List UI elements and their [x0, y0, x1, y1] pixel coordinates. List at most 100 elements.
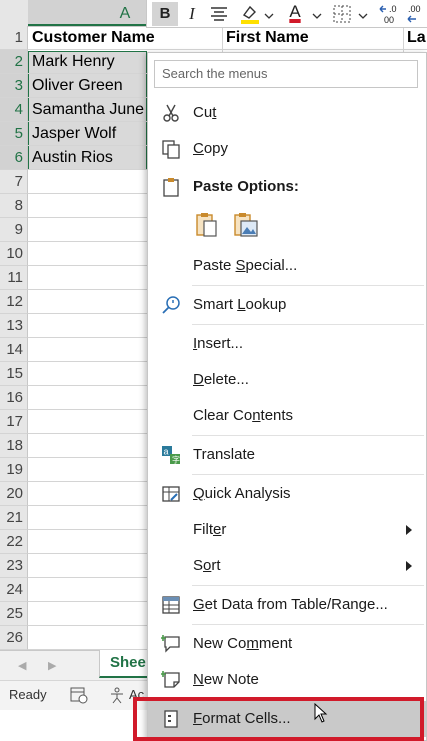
row-header[interactable]: 26 — [0, 626, 28, 650]
select-all-corner[interactable] — [0, 0, 29, 26]
menu-item-smart-lookup[interactable]: Smart Lookup — [148, 287, 426, 323]
menu-separator — [192, 585, 424, 586]
new-note-icon — [160, 670, 181, 690]
table-icon — [161, 595, 181, 615]
font-color-button[interactable]: A — [284, 0, 306, 24]
menu-label: Get Data from Table/Range... — [193, 596, 388, 613]
cell-a5[interactable]: Jasper Wolf — [28, 122, 150, 146]
menu-item-quick-analysis[interactable]: Quick Analysis — [148, 476, 426, 512]
row-header[interactable]: 6 — [0, 146, 28, 170]
menu-separator — [192, 474, 424, 475]
menu-separator — [192, 624, 424, 625]
chevron-down-icon[interactable] — [264, 8, 274, 19]
scroll-right-icon[interactable]: ▶ — [48, 659, 56, 672]
menu-label: Quick Analysis — [193, 485, 291, 502]
row-header[interactable]: 4 — [0, 98, 28, 122]
menu-separator — [192, 435, 424, 436]
chevron-down-icon[interactable] — [312, 8, 322, 19]
row-header[interactable]: 7 — [0, 170, 28, 194]
row-header[interactable]: 14 — [0, 338, 28, 362]
menu-item-sort[interactable]: Sort — [148, 548, 426, 584]
menu-item-delete[interactable]: Delete... — [148, 362, 426, 398]
decrease-decimal-icon[interactable]: .0 00 — [378, 2, 402, 26]
row-header[interactable]: 3 — [0, 74, 28, 98]
menu-item-new-comment[interactable]: New Comment — [148, 626, 426, 662]
bold-button[interactable]: B — [152, 2, 178, 26]
row-header[interactable]: 9 — [0, 218, 28, 242]
highlight-box — [133, 697, 424, 741]
menu-item-paste-special[interactable]: Paste Special... — [148, 248, 426, 284]
row-header[interactable]: 1 — [0, 26, 28, 50]
translate-icon: a字 — [161, 445, 181, 465]
search-menus-input[interactable]: Search the menus — [154, 60, 418, 88]
cell-b1[interactable]: First Name — [222, 26, 404, 50]
menu-label: Translate — [193, 446, 255, 463]
menu-label: Copy — [193, 140, 229, 157]
menu-label: Clear Contents — [193, 407, 294, 424]
cell-a6[interactable]: Austin Rios — [28, 146, 150, 170]
scissors-icon — [161, 103, 181, 123]
paste-picture-icon[interactable] — [232, 211, 260, 239]
quick-analysis-icon — [161, 484, 181, 504]
row-header[interactable]: 21 — [0, 506, 28, 530]
paste-options-header: Paste Options: — [148, 169, 426, 205]
highlight-color-icon[interactable] — [238, 3, 262, 25]
row-header[interactable]: 8 — [0, 194, 28, 218]
row-header[interactable]: 22 — [0, 530, 28, 554]
smart-lookup-icon — [161, 295, 181, 315]
row-header[interactable]: 16 — [0, 386, 28, 410]
row-header[interactable]: 12 — [0, 290, 28, 314]
menu-item-insert[interactable]: Insert... — [148, 326, 426, 362]
row-header[interactable]: 2 — [0, 50, 28, 74]
menu-label: Paste Special... — [193, 257, 298, 274]
menu-item-new-note[interactable]: New Note — [148, 662, 426, 698]
accessibility-icon[interactable] — [108, 686, 128, 704]
svg-text:a: a — [164, 447, 169, 457]
cell-a4[interactable]: Samantha June — [28, 98, 150, 122]
row-header[interactable]: 11 — [0, 266, 28, 290]
svg-text:00: 00 — [384, 15, 394, 25]
italic-button[interactable]: I — [181, 2, 203, 26]
cell-a1[interactable]: Customer Name — [28, 26, 222, 50]
macro-record-icon[interactable] — [70, 686, 88, 704]
borders-icon[interactable] — [331, 3, 353, 25]
row-header[interactable]: 19 — [0, 458, 28, 482]
chevron-down-icon[interactable] — [358, 8, 368, 19]
menu-item-translate[interactable]: a字 Translate — [148, 437, 426, 473]
increase-decimal-icon[interactable]: .00 — [404, 2, 427, 26]
submenu-arrow-icon — [406, 525, 412, 535]
menu-item-cut[interactable]: Cut — [148, 95, 426, 131]
row-header[interactable]: 25 — [0, 602, 28, 626]
svg-text:.0: .0 — [389, 4, 397, 14]
row-header[interactable]: 13 — [0, 314, 28, 338]
menu-item-copy[interactable]: Copy — [148, 131, 426, 167]
row-header[interactable]: 24 — [0, 578, 28, 602]
paste-icon[interactable] — [194, 211, 220, 239]
svg-text:字: 字 — [172, 455, 180, 465]
row-header[interactable]: 20 — [0, 482, 28, 506]
submenu-arrow-icon — [406, 561, 412, 571]
copy-icon — [161, 139, 181, 159]
menu-label: Insert... — [193, 335, 244, 352]
row-header[interactable]: 17 — [0, 410, 28, 434]
scroll-left-icon[interactable]: ◀ — [18, 659, 26, 672]
menu-label: Paste Options: — [193, 178, 299, 195]
menu-label: Smart Lookup — [193, 296, 287, 313]
row-header[interactable]: 5 — [0, 122, 28, 146]
row-header[interactable]: 23 — [0, 554, 28, 578]
menu-item-filter[interactable]: Filter — [148, 512, 426, 548]
row-header[interactable]: 10 — [0, 242, 28, 266]
cell-a2[interactable]: Mark Henry — [28, 50, 150, 74]
menu-item-get-data[interactable]: Get Data from Table/Range... — [148, 587, 426, 623]
menu-label: Filter — [193, 521, 227, 538]
row-header[interactable]: 18 — [0, 434, 28, 458]
menu-item-clear-contents[interactable]: Clear Contents — [148, 398, 426, 434]
align-center-icon[interactable] — [208, 4, 230, 24]
cell-a3[interactable]: Oliver Green — [28, 74, 150, 98]
menu-label: Cut — [193, 104, 217, 121]
svg-text:.00: .00 — [408, 4, 421, 14]
cell-c1[interactable]: La — [403, 26, 427, 50]
menu-label: Delete... — [193, 371, 249, 388]
menu-label: New Note — [193, 671, 259, 688]
row-header[interactable]: 15 — [0, 362, 28, 386]
